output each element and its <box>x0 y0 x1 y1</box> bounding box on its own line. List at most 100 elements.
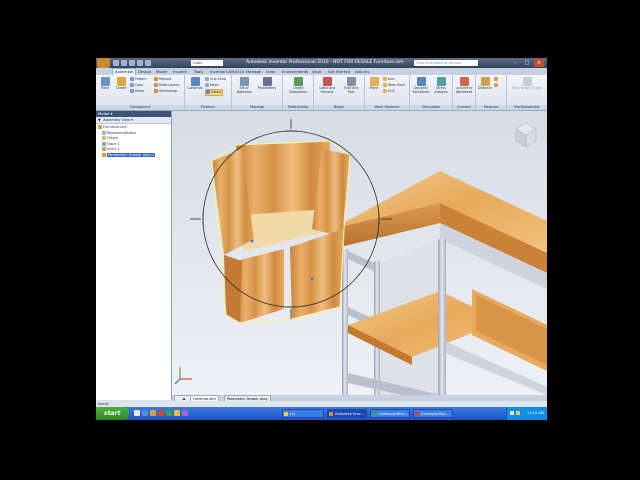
redo-icon[interactable] <box>145 60 151 66</box>
ribbon: Place Create Pattern Copy Mirror Replace… <box>96 75 547 111</box>
grip-snap-icon <box>205 77 209 81</box>
convert-weldment-button[interactable]: Convert to Weldment <box>454 77 474 94</box>
taskbar-button-inventor[interactable]: Autodesk Inve... <box>327 409 367 418</box>
tray-volume-icon[interactable] <box>516 411 520 415</box>
drawer-front-left[interactable] <box>236 249 284 323</box>
edit-factory-scope-button[interactable]: Edit Factory Scope <box>511 77 543 91</box>
mirror-button[interactable]: Mirror <box>130 89 144 94</box>
edit-factory-icon <box>522 77 532 86</box>
cable-harness-button[interactable]: Cable and Harness <box>316 77 338 94</box>
graphics-viewport[interactable] <box>172 111 547 395</box>
browser-title[interactable]: Model <box>98 111 109 116</box>
minimize-button[interactable]: – <box>510 59 520 67</box>
ie-icon[interactable] <box>142 410 148 416</box>
measure-loop-button[interactable] <box>494 83 504 88</box>
edit-factory-label: Edit Factory Scope <box>512 86 542 90</box>
create-substitutes-button[interactable]: Create Substitutes <box>285 77 311 94</box>
replace-label: Replace <box>159 77 172 81</box>
quicklaunch-app-icon[interactable] <box>158 410 164 416</box>
rotate-icon <box>206 90 210 94</box>
maximize-button[interactable]: □ <box>522 59 532 67</box>
plane-button[interactable]: Plane <box>367 77 381 91</box>
stress-analysis-button[interactable]: Stress Analysis <box>431 77 451 94</box>
angle-icon <box>494 77 498 81</box>
color-dropdown[interactable]: Color <box>191 60 223 66</box>
undo-icon[interactable] <box>137 60 143 66</box>
tab-assemble[interactable]: Assemble <box>112 68 137 75</box>
assembly-view-dropdown[interactable]: Assembly View <box>103 118 130 122</box>
new-icon[interactable] <box>113 60 119 66</box>
taskbar-button-label: Camtasia Reco... <box>378 412 409 416</box>
loop-icon <box>494 83 498 87</box>
group-productivity: Create Substitutes Productivity <box>283 75 314 110</box>
windows-taskbar: start H:\ Autodesk Inve... Camtasia Reco… <box>96 407 547 420</box>
group-label-convert: Convert <box>453 105 475 110</box>
constrain-button[interactable]: Constrain <box>187 77 203 91</box>
application-menu-button[interactable] <box>97 58 110 68</box>
quicklaunch-app-icon[interactable] <box>166 410 172 416</box>
taskbar-button-camtasia-2[interactable]: Camtasia Rec... <box>413 409 453 418</box>
move-button[interactable]: Move <box>205 83 219 88</box>
tree-item-parametric-drawer[interactable]: Parametric Drawer Assy:1 <box>96 152 171 159</box>
taskbar-button-label: H:\ <box>290 412 296 416</box>
cabinet-drawer-face[interactable] <box>476 295 547 365</box>
plane-label: Plane <box>369 86 379 90</box>
drawer-front-edge[interactable] <box>224 255 242 323</box>
distance-button[interactable]: Distance <box>477 77 493 91</box>
viewcube[interactable] <box>515 122 537 148</box>
start-button[interactable]: start <box>96 407 129 420</box>
shrinkwrap-label: Shrinkwrap <box>159 89 177 93</box>
drawer-front-right[interactable] <box>290 229 344 319</box>
assembly-icon <box>98 125 102 129</box>
group-label-begin: Begin <box>314 105 364 110</box>
quicklaunch-app-icon[interactable] <box>174 410 180 416</box>
axis-button[interactable]: Axis <box>383 77 395 82</box>
group-label-ipart: iPartiAssembly <box>507 105 547 110</box>
copy-button[interactable]: Copy <box>130 83 143 88</box>
filter-icon[interactable]: ▼ <box>98 118 101 122</box>
camtasia-icon <box>415 412 419 416</box>
cabinet-rail-upper[interactable] <box>348 251 374 271</box>
measure-angle-button[interactable] <box>494 77 504 82</box>
bom-button[interactable]: Bill of Materials <box>234 77 254 94</box>
rotate-button[interactable]: Rotate <box>205 89 224 96</box>
viewport-canvas[interactable] <box>172 111 547 395</box>
help-search-input[interactable]: Type a keyword or phrase <box>414 60 478 66</box>
representations-icon <box>102 130 106 135</box>
quicklaunch-app-icon[interactable] <box>182 410 188 416</box>
parameters-icon <box>262 77 272 86</box>
replace-button[interactable]: Replace <box>154 77 172 82</box>
group-label-component: Component <box>96 105 184 110</box>
make-layout-label: Make Layout <box>159 83 180 87</box>
cabinet-leg-left[interactable] <box>342 249 348 395</box>
create-button[interactable]: Create <box>114 77 128 91</box>
create-substitutes-label: Create Substitutes <box>288 86 307 94</box>
tube-pipe-button[interactable]: Tube and Pipe <box>340 77 362 94</box>
close-button[interactable]: × <box>534 59 544 67</box>
ucs-button[interactable]: UCS <box>383 89 395 94</box>
inventor-window: Color Autodesk Inventor Professional 201… <box>96 58 547 420</box>
save-icon[interactable] <box>129 60 135 66</box>
open-icon[interactable] <box>121 60 127 66</box>
copy-icon <box>130 83 134 87</box>
cabinet-leg-front[interactable] <box>438 239 446 395</box>
grip-snap-button[interactable]: Grip Snap <box>205 77 226 82</box>
pattern-button[interactable]: Pattern <box>130 77 146 82</box>
cabinet-model[interactable] <box>332 171 547 395</box>
explorer-icon[interactable] <box>150 410 156 416</box>
place-button[interactable]: Place <box>98 77 112 91</box>
make-layout-button[interactable]: Make Layout <box>154 83 179 88</box>
rotate-label: Rotate <box>211 90 222 94</box>
tree-label: Furniture.iam <box>103 125 127 129</box>
taskbar-button-explorer[interactable]: H:\ <box>282 409 324 418</box>
show-desktop-icon[interactable] <box>134 410 140 416</box>
tray-network-icon[interactable] <box>510 411 514 415</box>
dynamic-simulation-button[interactable]: Dynamic Simulation <box>411 77 431 94</box>
parameters-button[interactable]: Parameters <box>256 77 278 91</box>
drawer-assembly[interactable] <box>211 140 351 324</box>
convert-weldment-icon <box>459 77 469 86</box>
convert-weldment-label: Convert to Weldment <box>455 86 473 94</box>
taskbar-button-camtasia-1[interactable]: Camtasia Reco... <box>370 409 410 418</box>
work-point-button[interactable]: Work Point <box>383 83 405 88</box>
shrinkwrap-button[interactable]: Shrinkwrap <box>154 89 177 94</box>
